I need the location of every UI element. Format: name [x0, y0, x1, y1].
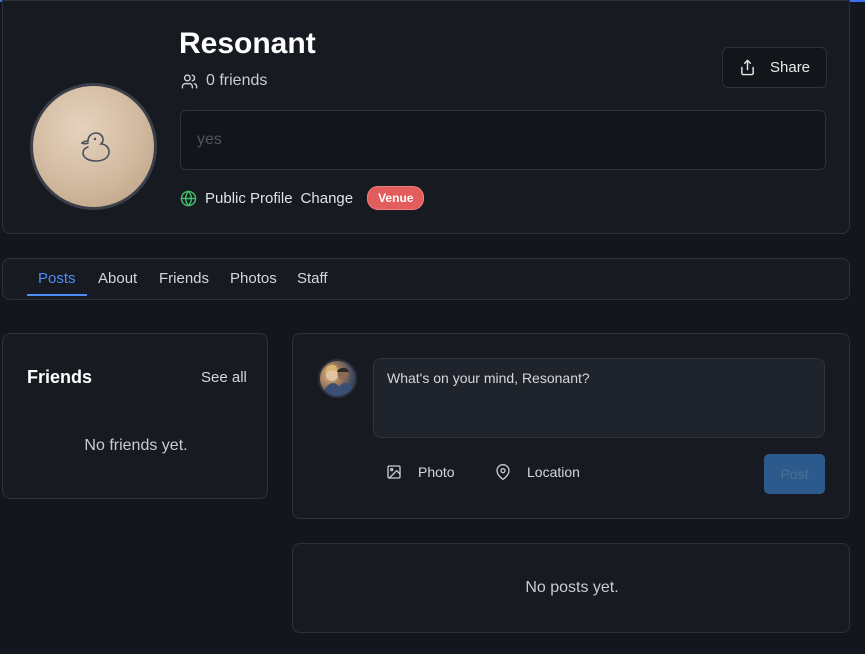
- visibility-label: Public Profile: [205, 189, 293, 207]
- users-icon: [181, 73, 198, 89]
- change-visibility-link[interactable]: Change: [301, 190, 354, 207]
- share-button[interactable]: Share: [722, 47, 827, 88]
- friends-count: 0 friends: [181, 72, 267, 90]
- photo-label: Photo: [418, 464, 455, 480]
- tab-friends[interactable]: Friends: [159, 259, 209, 296]
- no-friends-message: No friends yet.: [84, 437, 188, 454]
- tab-posts[interactable]: Posts: [27, 259, 87, 296]
- bio-input[interactable]: yes: [180, 110, 826, 170]
- globe-icon: [180, 190, 197, 206]
- friends-panel-title: Friends: [27, 367, 93, 387]
- bio-placeholder: yes: [197, 131, 222, 148]
- profile-tabs: Posts About Friends Photos Staff: [2, 258, 850, 300]
- no-posts-message: No posts yet.: [525, 579, 619, 596]
- composer-placeholder: What's on your mind, Resonant?: [387, 370, 590, 386]
- profile-header: Resonant 0 friends Share yes Public Prof…: [2, 0, 850, 234]
- avatar-photo-icon: [323, 364, 354, 396]
- image-icon: [387, 465, 401, 479]
- venue-badge: Venue: [367, 186, 425, 210]
- user-avatar[interactable]: [318, 359, 357, 398]
- post-composer: What's on your mind, Resonant? Photo Loc…: [292, 333, 850, 519]
- share-label: Share: [770, 59, 811, 76]
- add-photo-button[interactable]: Photo: [386, 464, 455, 480]
- friends-panel: Friends See all No friends yet.: [2, 333, 268, 499]
- tab-photos[interactable]: Photos: [230, 259, 277, 296]
- friends-count-label: 0 friends: [206, 72, 268, 89]
- tab-about[interactable]: About: [98, 259, 137, 296]
- share-icon: [741, 59, 754, 76]
- post-button[interactable]: Post: [764, 454, 825, 494]
- composer-input[interactable]: What's on your mind, Resonant?: [373, 358, 825, 438]
- visibility-row: Public Profile Change Venue: [180, 186, 425, 210]
- location-label: Location: [527, 464, 580, 480]
- add-location-button[interactable]: Location: [495, 464, 580, 480]
- profile-name: Resonant: [179, 27, 316, 60]
- see-all-link[interactable]: See all: [201, 369, 247, 386]
- map-pin-icon: [496, 464, 510, 480]
- duck-drawing-icon: [80, 131, 110, 162]
- tab-staff[interactable]: Staff: [297, 259, 328, 296]
- posts-feed: No posts yet.: [292, 543, 850, 633]
- profile-avatar[interactable]: [30, 83, 157, 210]
